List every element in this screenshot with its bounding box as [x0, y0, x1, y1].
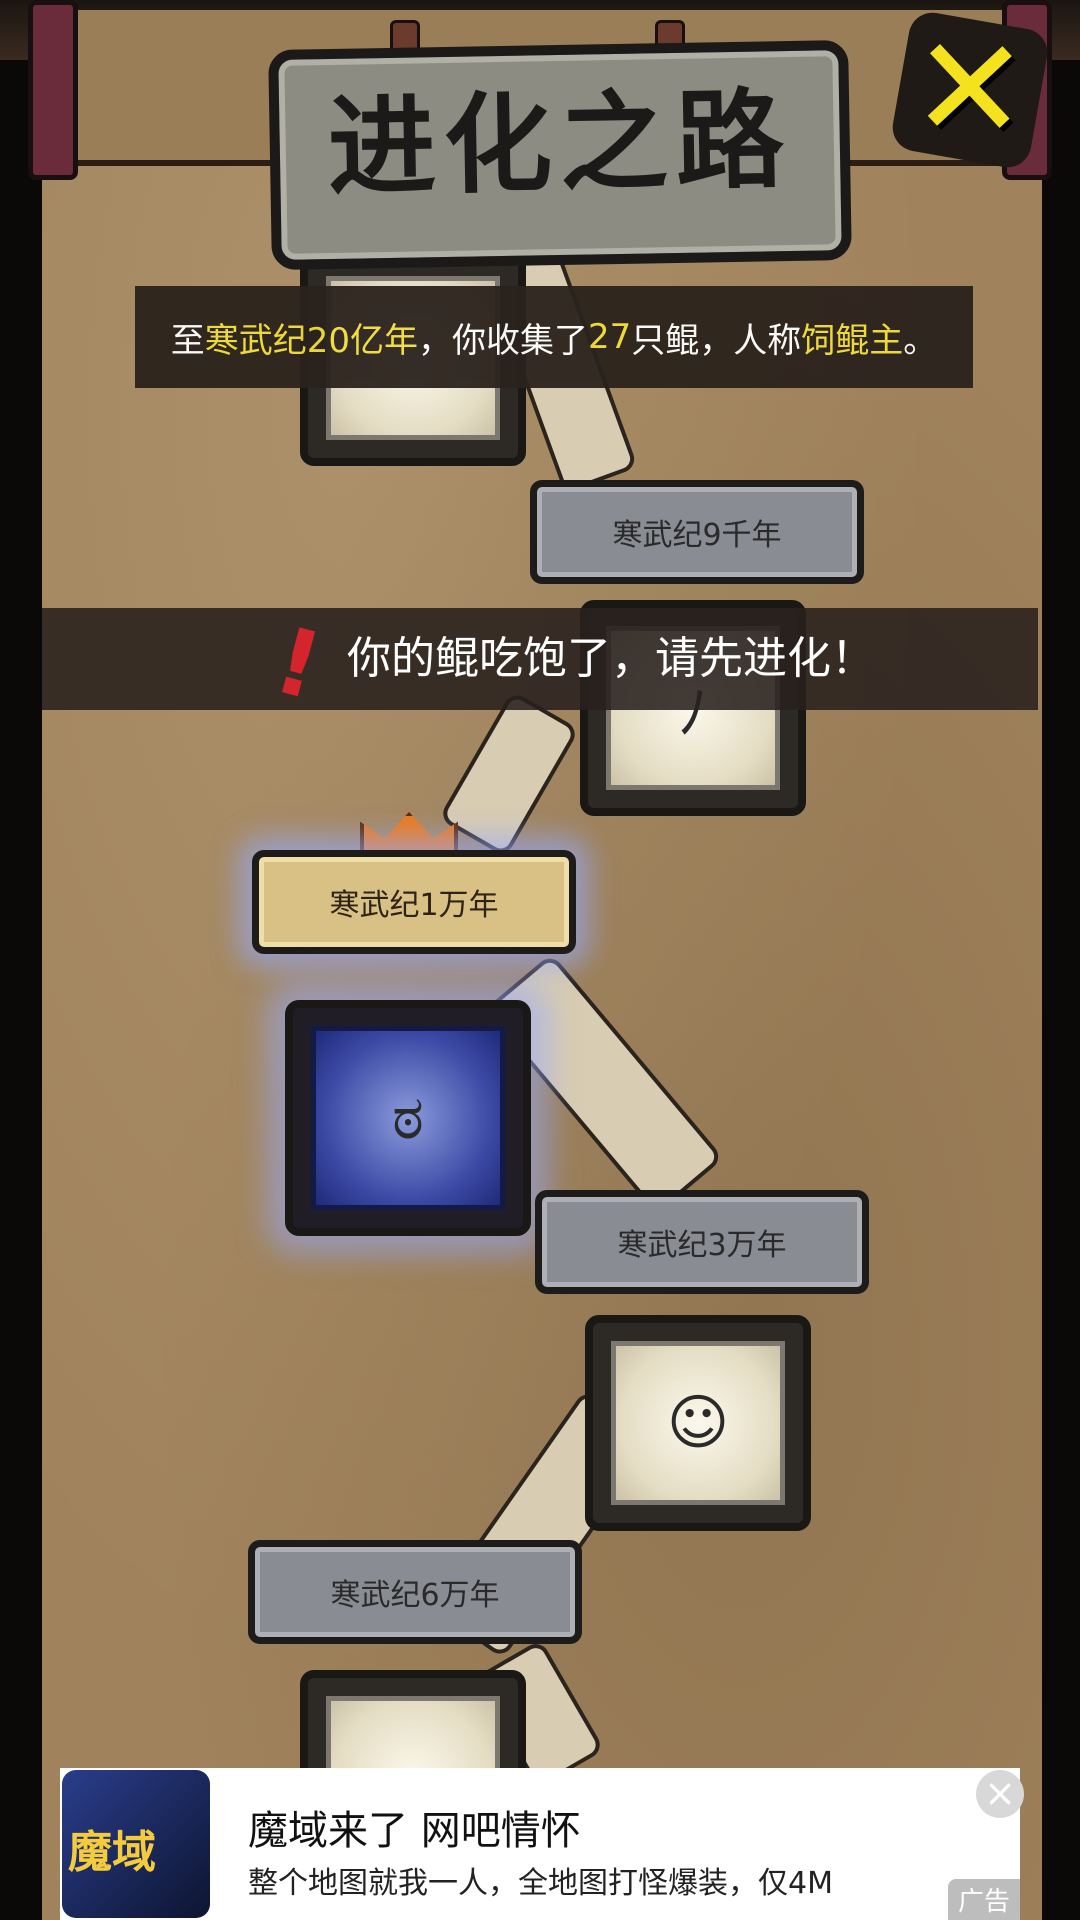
ad-tag: 广告: [947, 1879, 1020, 1920]
kun-creature-icon: ☺: [666, 1388, 730, 1458]
warning-toast: ! 你的鲲吃饱了，请先进化！: [42, 607, 1038, 721]
era-label-text: 寒武纪1万年: [329, 888, 499, 923]
summary-unit: 只鲲，人称: [631, 320, 802, 361]
ad-app-icon[interactable]: 魔域: [62, 1770, 210, 1918]
ad-title[interactable]: 魔域来了 网吧情怀: [248, 1798, 581, 1856]
frame-inner: ಠ: [311, 1026, 505, 1210]
summary-prefix: 至: [170, 320, 205, 361]
era-label-text: 寒武纪9千年: [612, 518, 782, 553]
scroll-rod-left: [28, 0, 78, 180]
title-board: 进化之路: [268, 39, 852, 271]
ad-icon-text: 魔域: [68, 1827, 156, 1878]
page-title: 进化之路: [326, 77, 793, 212]
summary-honor: 饲鲲主: [801, 320, 904, 361]
evolution-frame-1w-current[interactable]: ಠ: [285, 1000, 531, 1236]
left-edge: [0, 0, 42, 1920]
close-x-icon: ✕: [908, 6, 1032, 173]
warning-exclamation-icon: !: [263, 606, 333, 721]
era-label-6w[interactable]: 寒武纪6万年: [248, 1540, 582, 1644]
frame-inner: ☺: [611, 1341, 785, 1505]
summary-suffix: 。: [903, 320, 938, 361]
era-label-text: 寒武纪6万年: [330, 1578, 500, 1613]
summary-era: 寒武纪20亿年: [204, 320, 418, 361]
summary-banner: 至寒武纪20亿年 ，你收集了 27 只鲲，人称 饲鲲主。: [135, 286, 973, 388]
era-label-1w-current[interactable]: 寒武纪1万年: [252, 850, 576, 954]
summary-count: 27: [588, 317, 632, 357]
era-label-3w[interactable]: 寒武纪3万年: [535, 1190, 869, 1294]
ad-description[interactable]: 整个地图就我一人，全地图打怪爆装，仅4M: [248, 1858, 833, 1902]
close-button[interactable]: ✕: [888, 6, 1052, 173]
summary-middle: ，你收集了: [418, 320, 588, 361]
era-label-text: 寒武纪3万年: [617, 1228, 787, 1263]
right-edge: [1042, 0, 1080, 1920]
ad-banner[interactable]: 魔域 魔域来了 网吧情怀 整个地图就我一人，全地图打怪爆装，仅4M × 广告: [60, 1768, 1024, 1920]
era-label-9k[interactable]: 寒武纪9千年: [530, 480, 864, 584]
kun-creature-icon: ಠ: [392, 1083, 424, 1153]
evolution-frame-3w[interactable]: ☺: [585, 1315, 811, 1531]
toast-message: 你的鲲吃饱了，请先进化！: [347, 633, 875, 684]
ad-close-button[interactable]: ×: [976, 1770, 1024, 1818]
